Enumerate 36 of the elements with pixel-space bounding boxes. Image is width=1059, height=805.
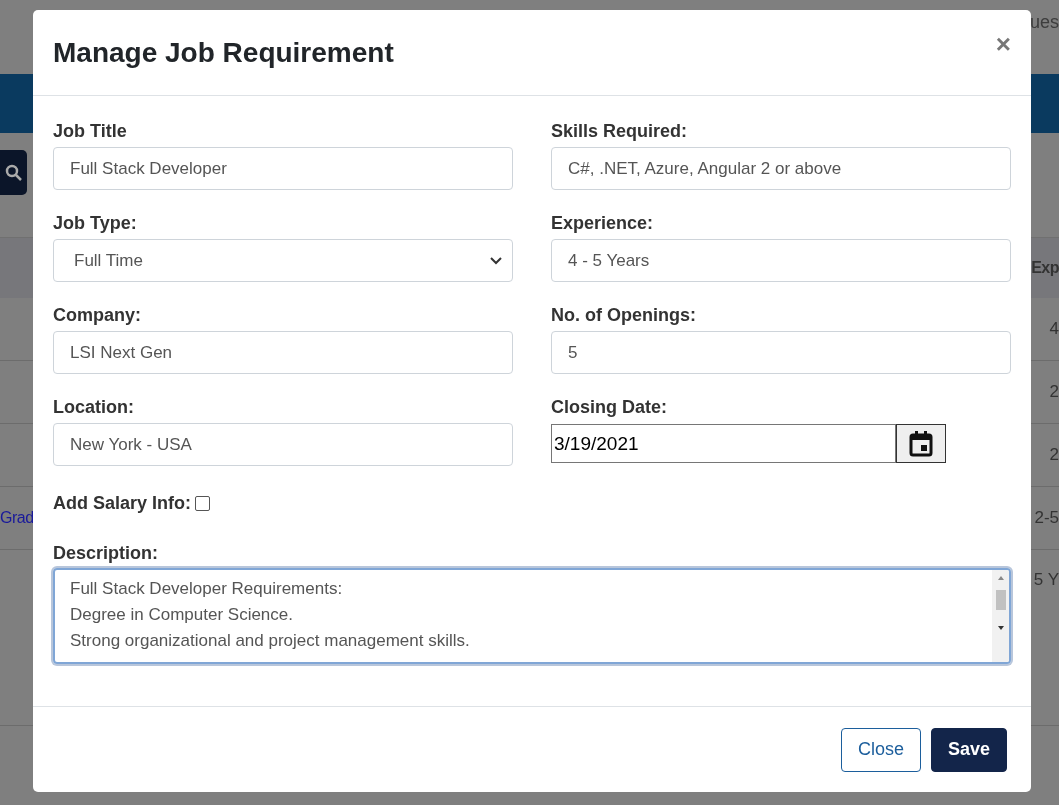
field-label: Experience: xyxy=(551,212,655,234)
input-field[interactable]: C#, .NET, Azure, Angular 2 or above xyxy=(551,147,1011,190)
close-button[interactable]: × xyxy=(995,29,1011,60)
table-cell: 2 xyxy=(1049,382,1059,402)
search-button[interactable] xyxy=(0,150,27,195)
description-textarea[interactable]: Full Stack Developer Requirements: Degree in Computer Science. Strong organizational and project management skills. xyxy=(53,568,1011,664)
field-label: Job Title xyxy=(53,120,128,142)
salary-checkbox[interactable] xyxy=(195,495,210,511)
table-cell: 2 xyxy=(1049,445,1059,465)
field-label: Job Type: xyxy=(53,212,138,234)
table-cell: 5 Y xyxy=(1033,570,1059,590)
field-label: Company: xyxy=(53,304,142,326)
field-label: Add Salary Info: xyxy=(53,492,191,514)
calendar-icon xyxy=(909,430,933,457)
calendar-button[interactable] xyxy=(896,424,946,463)
save-button[interactable]: Save xyxy=(930,727,1007,772)
search-icon xyxy=(5,163,23,182)
job-type-select[interactable]: Full Time xyxy=(53,239,513,282)
close-button[interactable]: Close xyxy=(840,727,921,772)
column-header: Exp xyxy=(1031,259,1059,277)
input-field[interactable]: Full Stack Developer xyxy=(53,147,513,190)
table-cell: 4 xyxy=(1049,319,1059,339)
field-label: Closing Date: xyxy=(551,396,668,418)
input-field[interactable]: LSI Next Gen xyxy=(53,331,513,374)
field-label: Location: xyxy=(53,396,135,418)
table-cell: 2-5 xyxy=(1034,508,1059,528)
input-field[interactable]: 5 xyxy=(551,331,1011,374)
field-label: No. of Openings: xyxy=(551,304,697,326)
input-field[interactable]: New York - USA xyxy=(53,423,513,466)
header-text: ues xyxy=(1029,12,1059,33)
chevron-down-icon xyxy=(490,256,502,265)
date-field[interactable]: 3/19/2021 xyxy=(551,424,896,463)
dialog-title: Manage Job Requirement xyxy=(53,36,394,69)
field-label: Description: xyxy=(53,542,159,564)
field-label: Skills Required: xyxy=(551,120,689,142)
input-field[interactable]: 4 - 5 Years xyxy=(551,239,1011,282)
